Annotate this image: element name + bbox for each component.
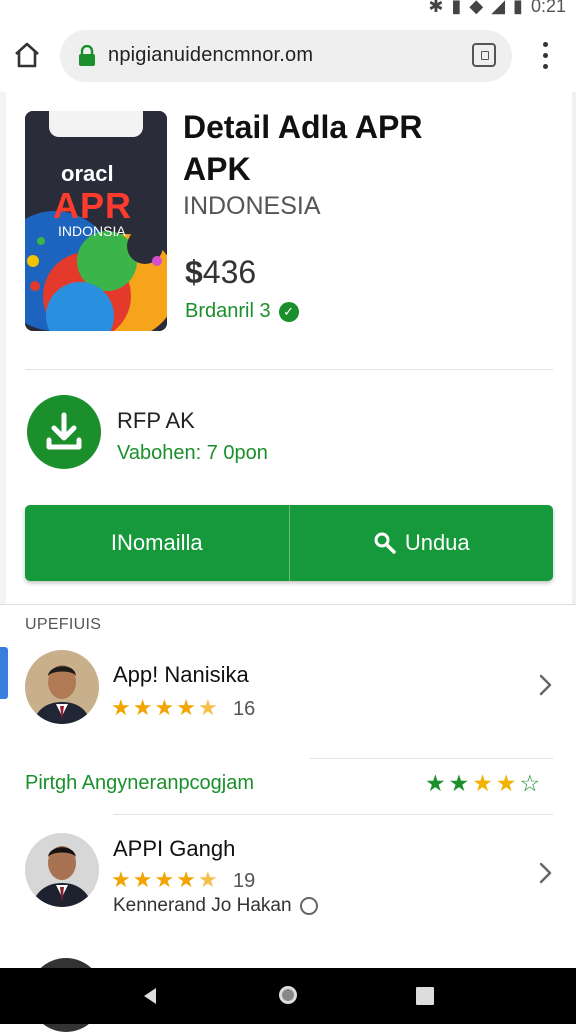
status-icons: ✱ ▮ ◆ ◢ ▮ 0:21: [428, 0, 566, 17]
app-icon-region-text: INDONSIA: [58, 223, 126, 239]
star-half-icon: ★: [197, 867, 218, 892]
app-icon-brand-text: APR: [53, 185, 133, 226]
avatar[interactable]: [25, 650, 99, 724]
card-left-edge: [0, 92, 6, 604]
lock-icon: [79, 45, 95, 66]
download-button-circle[interactable]: [27, 395, 101, 469]
rating-count: 19: [233, 870, 256, 892]
developer-link[interactable]: Brdanril 3 ✓: [185, 300, 299, 323]
back-icon[interactable]: [140, 986, 160, 1006]
divider: [113, 814, 553, 815]
star-full-icon: ★: [154, 867, 175, 892]
app-title-line1: Detail Adla APR: [183, 109, 423, 145]
star-full-icon: ★: [425, 770, 446, 796]
download-icon: [46, 412, 82, 450]
app-title: Detail Adla APR APK: [183, 106, 533, 190]
star-full-icon: ★: [176, 867, 196, 892]
verified-icon: ✓: [278, 301, 299, 322]
star-full-icon: ★: [132, 867, 153, 892]
home-nav-icon[interactable]: [276, 983, 300, 1007]
star-full-icon: ★: [111, 695, 131, 720]
info-icon: [299, 897, 318, 915]
scrollbar[interactable]: [572, 92, 576, 604]
app-icon-top-text: oracl: [61, 161, 114, 186]
status-time: 0:21: [530, 0, 566, 16]
app-icon-image: oracl APR INDONSIA: [25, 111, 167, 331]
signal-icon: ◢: [491, 0, 506, 16]
star-full-icon: ★: [472, 770, 493, 796]
wifi-icon: ◆: [469, 0, 484, 16]
download-action-button[interactable]: Undua: [288, 505, 553, 581]
developer-name: Brdanril 3: [185, 300, 271, 322]
review-note-text: Kennerand Jo Hakan: [113, 895, 292, 916]
primary-action-label: INomailla: [110, 530, 203, 555]
price-value: 436: [202, 254, 257, 290]
search-icon: [374, 532, 396, 554]
star-empty-icon: ☆: [519, 770, 541, 796]
chevron-right-icon[interactable]: [538, 861, 554, 885]
download-action-label: Undua: [404, 530, 470, 555]
url-text: npigianuidencmnor.om: [108, 44, 314, 66]
chevron-right-icon[interactable]: [538, 673, 554, 697]
download-version: Vabohen: 7 0pon: [117, 442, 268, 464]
rating-stars: ★ ★ ★ ★ ★: [111, 695, 218, 721]
rating-count: 16: [233, 698, 256, 720]
app-title-line2: APK: [183, 151, 251, 187]
signal-icon-2: ▮: [513, 0, 523, 16]
subsection-rating-stars: ★ ★ ★ ★ ☆: [425, 770, 540, 797]
more-menu-button[interactable]: [534, 40, 558, 72]
star-full-icon: ★: [448, 770, 470, 796]
section-divider: [0, 604, 576, 605]
home-icon: [15, 42, 39, 68]
primary-action-button[interactable]: INomailla: [25, 505, 289, 581]
divider: [25, 369, 553, 370]
recent-apps-icon[interactable]: [416, 987, 434, 1005]
system-nav-bar: [0, 968, 576, 1024]
rating-stars: ★ ★ ★ ★ ★: [111, 867, 218, 893]
tabs-button[interactable]: [472, 43, 496, 67]
home-button[interactable]: [12, 40, 42, 70]
star-full-icon: ★: [154, 695, 175, 720]
star-full-icon: ★: [111, 867, 131, 892]
download-file-name: RFP AK: [117, 408, 195, 433]
reviewer-name[interactable]: App! Nanisika: [113, 662, 249, 688]
app-region: INDONESIA: [183, 192, 321, 220]
status-bar: ✱ ▮ ◆ ◢ ▮ 0:21: [0, 0, 576, 20]
star-full-icon: ★: [495, 770, 517, 796]
star-full-icon: ★: [176, 695, 196, 720]
star-full-icon: ★: [132, 695, 153, 720]
tabs-icon: [481, 51, 489, 60]
battery-icon: ▮: [451, 0, 462, 16]
price-currency: $: [185, 254, 203, 290]
review-note: Kennerand Jo Hakan: [113, 895, 318, 917]
address-bar[interactable]: npigianuidencmnor.om: [60, 30, 512, 82]
action-button-row: INomailla Undua: [25, 505, 553, 581]
vibrate-icon: ✱: [428, 0, 444, 16]
reviewer-name[interactable]: APPI Gangh: [113, 836, 235, 862]
divider: [310, 758, 553, 759]
browser-toolbar: npigianuidencmnor.om: [0, 20, 576, 93]
reviews-section-label: UPEFIUIS: [25, 616, 102, 633]
app-price: $436: [185, 254, 256, 291]
rating-subsection-title: Pirtgh Angyneranpcogjam: [25, 772, 255, 794]
star-half-icon: ★: [197, 695, 218, 720]
active-indicator: [0, 647, 8, 699]
avatar[interactable]: [25, 833, 99, 907]
